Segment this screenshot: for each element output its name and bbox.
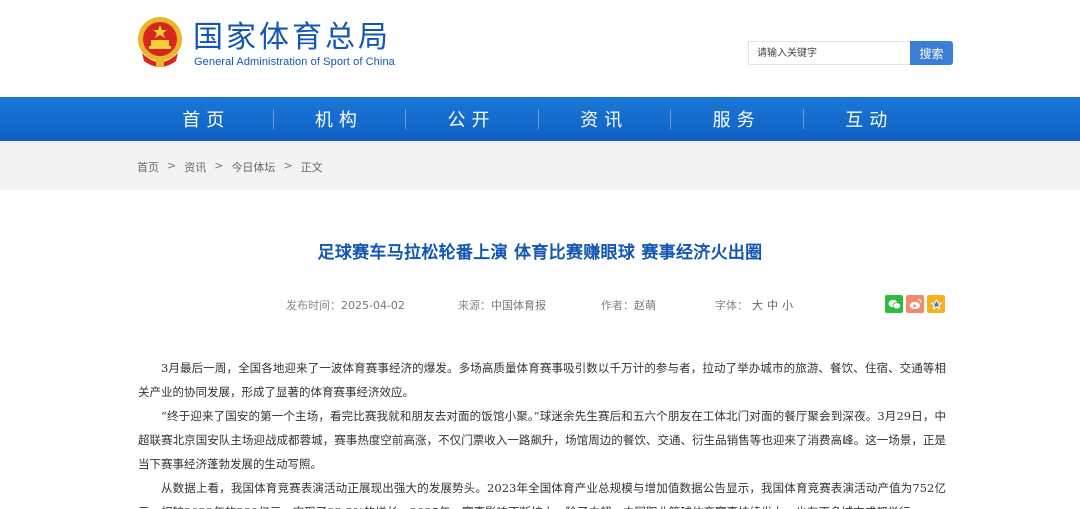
share-wechat-button[interactable] [885, 295, 903, 313]
font-size-large[interactable]: 大 [752, 299, 763, 312]
author-label: 作者： [601, 299, 634, 312]
breadcrumb-today-sports[interactable]: 今日体坛 [231, 159, 275, 175]
article-paragraph: 3月最后一周，全国各地迎来了一波体育赛事经济的爆发。多场高质量体育赛事吸引数以千… [138, 361, 946, 399]
breadcrumb-separator: > [283, 159, 293, 172]
nav-item-home[interactable]: 首页 [140, 97, 273, 141]
publish-time-label: 发布时间： [286, 299, 341, 312]
nav-item-organization[interactable]: 机构 [272, 97, 406, 141]
publish-time: 发布时间：2025-04-02 [286, 297, 405, 313]
nav-item-services[interactable]: 服务 [670, 97, 803, 141]
search-button[interactable]: 搜索 [910, 41, 953, 65]
search-input[interactable] [748, 41, 910, 65]
author-value: 赵萌 [634, 299, 656, 312]
wechat-icon [888, 299, 901, 309]
source-label: 来源： [458, 299, 491, 312]
qzone-star-icon [930, 298, 942, 310]
font-size-small[interactable]: 小 [782, 299, 793, 312]
nav-item-interaction[interactable]: 互动 [802, 97, 936, 141]
national-emblem-icon [138, 17, 182, 67]
breadcrumb-separator: > [214, 159, 224, 172]
article-source: 来源：中国体育报 [458, 297, 546, 313]
font-size-control: 字体： 大中小 [715, 297, 793, 313]
article-title: 足球赛车马拉松轮番上演 体育比赛赚眼球 赛事经济火出圈 [317, 243, 763, 263]
breadcrumb-separator: > [167, 159, 177, 172]
nav-item-public[interactable]: 公开 [405, 97, 538, 141]
font-size-label: 字体： [715, 299, 748, 312]
breadcrumb-home[interactable]: 首页 [137, 159, 159, 175]
article-paragraph: 从数据上看，我国体育竞赛表演活动正展现出强大的发展势头。2023年全国体育产业总… [138, 481, 946, 509]
site-header: 国家体育总局 General Administration of Sport o… [0, 0, 1080, 97]
breadcrumb-news[interactable]: 资讯 [184, 159, 206, 175]
breadcrumb-band: 首页 > 资讯 > 今日体坛 > 正文 [0, 141, 1080, 190]
article-paragraph: “终于迎来了国安的第一个主场，看完比赛我就和朋友去对面的饭馆小聚。”球迷余先生赛… [138, 409, 946, 471]
breadcrumb-current: 正文 [300, 161, 323, 174]
search-box: 搜索 [748, 41, 953, 65]
breadcrumb: 首页 > 资讯 > 今日体坛 > 正文 [137, 159, 323, 175]
article-body: 3月最后一周，全国各地迎来了一波体育赛事经济的爆发。多场高质量体育赛事吸引数以千… [138, 356, 946, 509]
share-bar [885, 295, 945, 313]
share-qzone-button[interactable] [927, 295, 945, 313]
nav-item-news[interactable]: 资讯 [537, 97, 671, 141]
font-size-medium[interactable]: 中 [767, 299, 778, 312]
publish-date: 2025-04-02 [341, 299, 405, 312]
weibo-icon [909, 298, 922, 310]
article-author: 作者：赵萌 [601, 297, 656, 313]
share-weibo-button[interactable] [906, 295, 924, 313]
site-title-cn[interactable]: 国家体育总局 [193, 20, 391, 56]
source-value: 中国体育报 [491, 299, 546, 312]
main-nav: 首页 机构 公开 资讯 服务 互动 [0, 97, 1080, 141]
site-title-en[interactable]: General Administration of Sport of China [194, 56, 395, 68]
